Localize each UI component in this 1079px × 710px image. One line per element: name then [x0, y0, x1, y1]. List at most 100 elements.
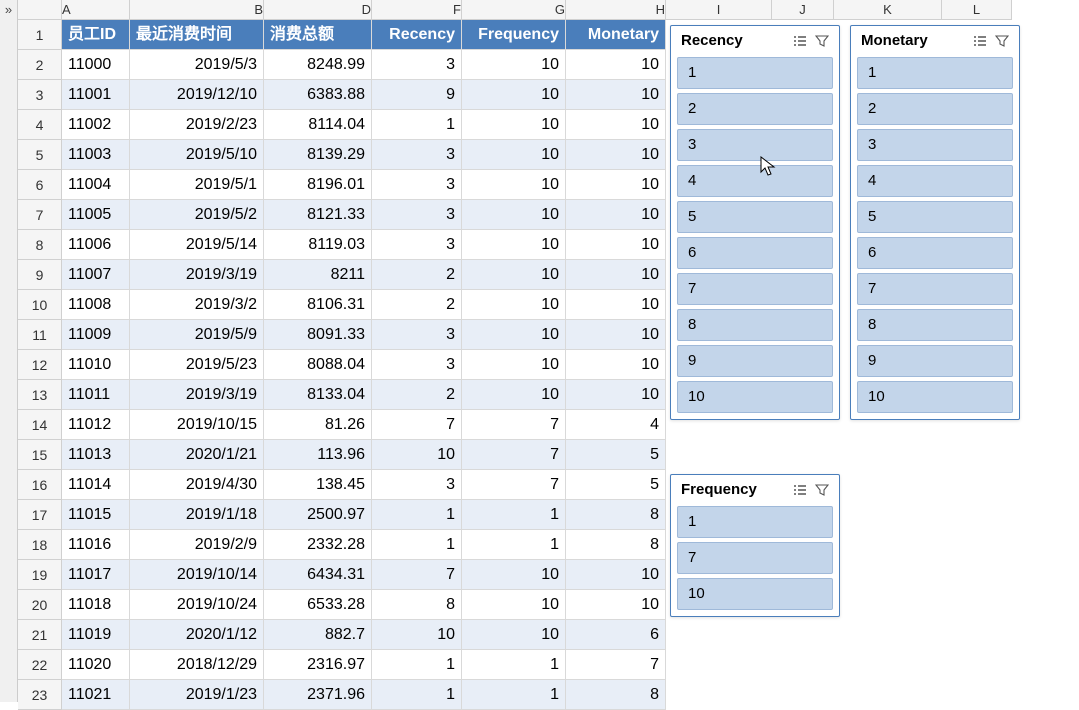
- cell-recency[interactable]: 1: [372, 680, 462, 710]
- cell-monetary[interactable]: 10: [566, 260, 666, 290]
- cell-last-purchase-date[interactable]: 2019/5/1: [130, 170, 264, 200]
- cell-monetary[interactable]: 4: [566, 410, 666, 440]
- col-header-H[interactable]: H: [566, 0, 666, 20]
- select-all-corner[interactable]: [18, 0, 62, 20]
- multi-select-icon[interactable]: [791, 33, 809, 49]
- cell-recency[interactable]: 3: [372, 470, 462, 500]
- table-header-cell[interactable]: Recency: [372, 20, 462, 50]
- table-header-cell[interactable]: 消费总额: [264, 20, 372, 50]
- table-header-cell[interactable]: 最近消费时间: [130, 20, 264, 50]
- cell-employee-id[interactable]: 11002: [62, 110, 130, 140]
- cell-frequency[interactable]: 10: [462, 200, 566, 230]
- slicer-item[interactable]: 9: [677, 345, 833, 377]
- cell-frequency[interactable]: 10: [462, 560, 566, 590]
- cell-monetary[interactable]: 10: [566, 50, 666, 80]
- slicer-item[interactable]: 6: [857, 237, 1013, 269]
- cell-monetary[interactable]: 10: [566, 590, 666, 620]
- cell-monetary[interactable]: 10: [566, 80, 666, 110]
- slicer-item[interactable]: 10: [677, 578, 833, 610]
- cell-monetary[interactable]: 5: [566, 440, 666, 470]
- cell-employee-id[interactable]: 11001: [62, 80, 130, 110]
- cell-last-purchase-date[interactable]: 2019/3/2: [130, 290, 264, 320]
- cell-frequency[interactable]: 10: [462, 170, 566, 200]
- cell-last-purchase-date[interactable]: 2019/4/30: [130, 470, 264, 500]
- cell-last-purchase-date[interactable]: 2019/1/23: [130, 680, 264, 710]
- cell-employee-id[interactable]: 11006: [62, 230, 130, 260]
- col-header-I[interactable]: I: [666, 0, 772, 20]
- cell-monetary[interactable]: 10: [566, 560, 666, 590]
- row-header[interactable]: 8: [18, 230, 62, 260]
- cell-last-purchase-date[interactable]: 2019/5/3: [130, 50, 264, 80]
- cell-last-purchase-date[interactable]: 2019/5/2: [130, 200, 264, 230]
- table-header-cell[interactable]: Monetary: [566, 20, 666, 50]
- cell-monetary[interactable]: 10: [566, 200, 666, 230]
- cell-monetary[interactable]: 6: [566, 620, 666, 650]
- row-header[interactable]: 9: [18, 260, 62, 290]
- cell-employee-id[interactable]: 11000: [62, 50, 130, 80]
- cell-frequency[interactable]: 10: [462, 350, 566, 380]
- cell-frequency[interactable]: 7: [462, 410, 566, 440]
- cell-monetary[interactable]: 7: [566, 650, 666, 680]
- cell-employee-id[interactable]: 11019: [62, 620, 130, 650]
- cell-monetary[interactable]: 10: [566, 140, 666, 170]
- col-header-J[interactable]: J: [772, 0, 834, 20]
- row-header[interactable]: 2: [18, 50, 62, 80]
- cell-total-spend[interactable]: 2332.28: [264, 530, 372, 560]
- cell-employee-id[interactable]: 11018: [62, 590, 130, 620]
- cell-employee-id[interactable]: 11013: [62, 440, 130, 470]
- cell-last-purchase-date[interactable]: 2019/10/15: [130, 410, 264, 440]
- cell-total-spend[interactable]: 81.26: [264, 410, 372, 440]
- clear-filter-icon[interactable]: [813, 33, 831, 49]
- col-header-A[interactable]: A: [62, 0, 130, 20]
- cell-frequency[interactable]: 10: [462, 620, 566, 650]
- cell-frequency[interactable]: 10: [462, 260, 566, 290]
- cell-total-spend[interactable]: 2316.97: [264, 650, 372, 680]
- cell-last-purchase-date[interactable]: 2019/5/14: [130, 230, 264, 260]
- cell-frequency[interactable]: 10: [462, 230, 566, 260]
- slicer-recency[interactable]: Recency 12345678910: [670, 25, 840, 420]
- cell-total-spend[interactable]: 8139.29: [264, 140, 372, 170]
- cell-recency[interactable]: 2: [372, 260, 462, 290]
- cell-last-purchase-date[interactable]: 2019/12/10: [130, 80, 264, 110]
- row-header[interactable]: 19: [18, 560, 62, 590]
- cell-monetary[interactable]: 8: [566, 680, 666, 710]
- cell-employee-id[interactable]: 11011: [62, 380, 130, 410]
- slicer-item[interactable]: 5: [677, 201, 833, 233]
- cell-total-spend[interactable]: 8088.04: [264, 350, 372, 380]
- cell-total-spend[interactable]: 882.7: [264, 620, 372, 650]
- cell-monetary[interactable]: 10: [566, 230, 666, 260]
- cell-last-purchase-date[interactable]: 2019/5/23: [130, 350, 264, 380]
- cell-total-spend[interactable]: 113.96: [264, 440, 372, 470]
- cell-employee-id[interactable]: 11007: [62, 260, 130, 290]
- cell-monetary[interactable]: 10: [566, 290, 666, 320]
- cell-last-purchase-date[interactable]: 2019/10/14: [130, 560, 264, 590]
- row-header[interactable]: 3: [18, 80, 62, 110]
- cell-total-spend[interactable]: 8121.33: [264, 200, 372, 230]
- cell-frequency[interactable]: 10: [462, 140, 566, 170]
- cell-total-spend[interactable]: 8106.31: [264, 290, 372, 320]
- cell-employee-id[interactable]: 11021: [62, 680, 130, 710]
- cell-employee-id[interactable]: 11016: [62, 530, 130, 560]
- cell-total-spend[interactable]: 8211: [264, 260, 372, 290]
- cell-employee-id[interactable]: 11010: [62, 350, 130, 380]
- cell-monetary[interactable]: 8: [566, 530, 666, 560]
- slicer-item[interactable]: 7: [857, 273, 1013, 305]
- cell-employee-id[interactable]: 11012: [62, 410, 130, 440]
- cell-recency[interactable]: 3: [372, 170, 462, 200]
- cell-frequency[interactable]: 10: [462, 80, 566, 110]
- row-header[interactable]: 22: [18, 650, 62, 680]
- slicer-item[interactable]: 10: [677, 381, 833, 413]
- cell-total-spend[interactable]: 8091.33: [264, 320, 372, 350]
- cell-employee-id[interactable]: 11008: [62, 290, 130, 320]
- row-header[interactable]: 23: [18, 680, 62, 710]
- slicer-item[interactable]: 8: [677, 309, 833, 341]
- cell-last-purchase-date[interactable]: 2019/2/9: [130, 530, 264, 560]
- row-header[interactable]: 5: [18, 140, 62, 170]
- cell-total-spend[interactable]: 2371.96: [264, 680, 372, 710]
- cell-recency[interactable]: 1: [372, 500, 462, 530]
- slicer-item[interactable]: 4: [677, 165, 833, 197]
- row-header[interactable]: 16: [18, 470, 62, 500]
- cell-total-spend[interactable]: 8119.03: [264, 230, 372, 260]
- slicer-item[interactable]: 3: [857, 129, 1013, 161]
- row-header[interactable]: 11: [18, 320, 62, 350]
